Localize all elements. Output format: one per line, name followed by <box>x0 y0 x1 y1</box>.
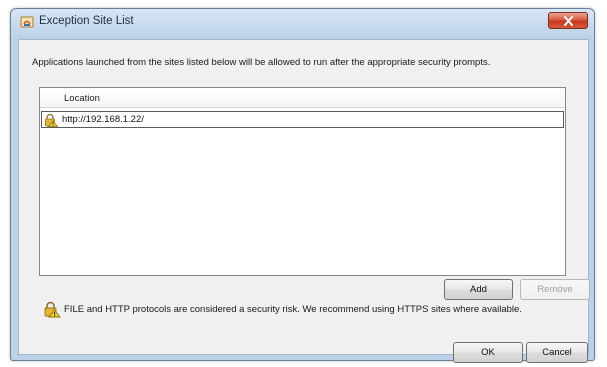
exception-site-list-dialog: Exception Site List Applications launche… <box>10 8 595 363</box>
ok-button[interactable]: OK <box>453 342 523 363</box>
title-bar[interactable]: Exception Site List <box>11 9 594 36</box>
dialog-body: Applications launched from the sites lis… <box>18 39 590 363</box>
lock-warning-icon <box>44 301 61 318</box>
site-list[interactable]: Location http://192.168.1.22/ <box>39 87 566 276</box>
lock-warning-icon <box>45 113 58 127</box>
location-column-header[interactable]: Location <box>40 88 565 108</box>
description-text: Applications launched from the sites lis… <box>32 57 491 68</box>
security-warning-text: FILE and HTTP protocols are considered a… <box>64 304 522 315</box>
column-header-label: Location <box>64 93 100 104</box>
close-icon <box>563 15 573 26</box>
remove-button[interactable]: Remove <box>520 279 590 300</box>
java-icon <box>20 16 34 28</box>
close-button[interactable] <box>548 12 588 29</box>
site-url: http://192.168.1.22/ <box>62 114 144 125</box>
site-list-row[interactable]: http://192.168.1.22/ <box>41 111 564 128</box>
add-button[interactable]: Add <box>444 279 513 300</box>
window-title: Exception Site List <box>39 15 134 27</box>
cancel-button[interactable]: Cancel <box>526 342 588 363</box>
